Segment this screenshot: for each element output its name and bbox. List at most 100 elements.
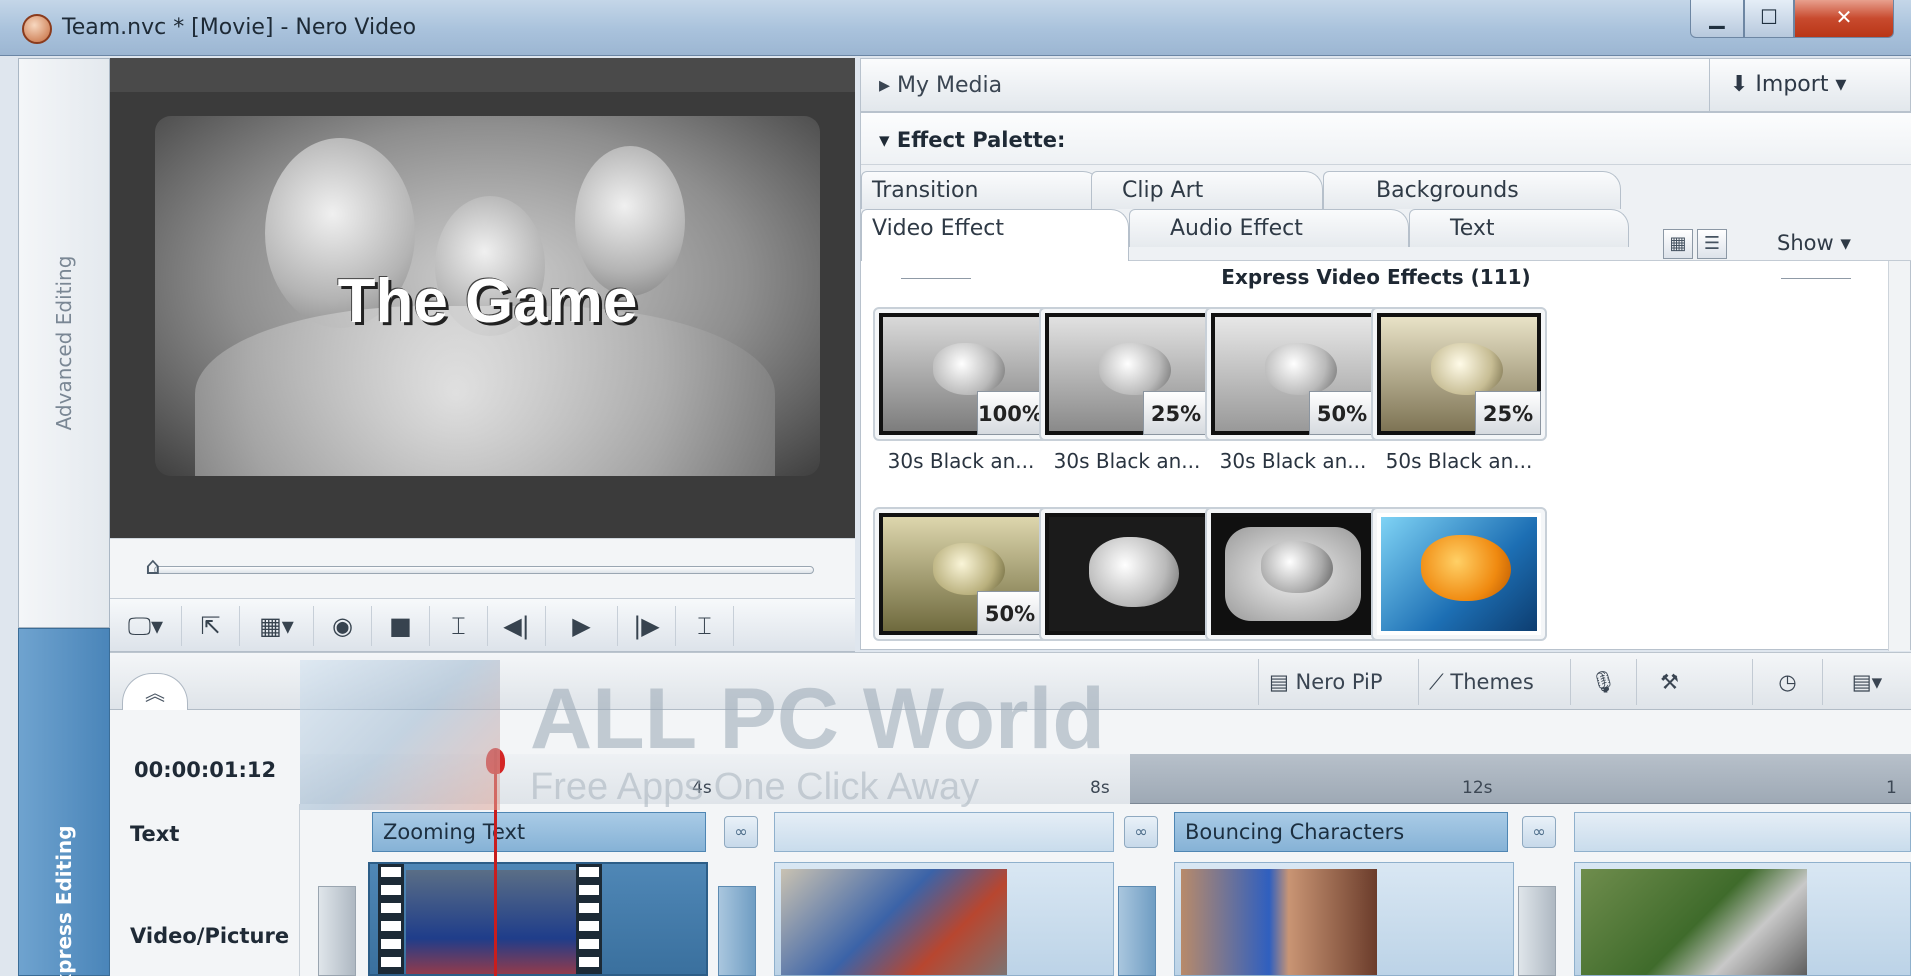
palette-scrollbar[interactable] — [1888, 261, 1910, 651]
effect-thumbnail: 50% — [873, 507, 1049, 641]
mark-out-icon[interactable]: ⌶ — [676, 606, 734, 646]
effect-palette: ▾ Effect Palette: Transition Clip Art Ba… — [860, 112, 1911, 651]
link-icon[interactable]: ∞ — [1124, 816, 1158, 848]
tab-clip-art[interactable]: Clip Art — [1091, 171, 1323, 209]
magic-wand-icon: ⟋ — [1429, 670, 1451, 694]
fish-icon — [1431, 343, 1503, 395]
preview-top-strip — [110, 58, 855, 92]
transition-slot[interactable] — [318, 886, 356, 976]
video-clip[interactable] — [368, 862, 708, 976]
playhead-line[interactable] — [494, 750, 497, 976]
text-clip[interactable]: Zooming Text — [372, 812, 706, 852]
export-frame-icon[interactable]: ⇱ — [182, 606, 240, 646]
effect-item[interactable]: 100% 30s Black an... — [873, 307, 1049, 485]
effect-preview-image — [1045, 513, 1209, 635]
filmstrip-left — [378, 864, 404, 974]
hammer-icon[interactable]: ⚒ — [1636, 659, 1702, 705]
list-view-icon[interactable]: ☰ — [1697, 229, 1727, 259]
themes-button[interactable]: ⟋ Themes — [1418, 659, 1570, 705]
scrub-bar: ⌂ — [110, 538, 855, 598]
advanced-editing-tab[interactable]: Advanced Editing — [18, 58, 110, 628]
video-clip[interactable] — [1574, 862, 1911, 976]
transition-slot[interactable] — [718, 886, 756, 976]
link-icon[interactable]: ∞ — [1522, 816, 1556, 848]
fish-icon — [1261, 541, 1333, 593]
my-media-bar: ▸ My Media ⬇ Import ▾ — [860, 58, 1911, 112]
fish-icon — [1099, 343, 1171, 395]
next-frame-icon[interactable]: |▶ — [618, 606, 676, 646]
close-button[interactable]: ✕ — [1794, 0, 1894, 38]
my-media-toggle[interactable]: ▸ My Media — [879, 73, 1002, 98]
tab-backgrounds[interactable]: Backgrounds — [1323, 171, 1621, 209]
link-icon[interactable]: ∞ — [724, 816, 758, 848]
video-clip[interactable] — [1174, 862, 1514, 976]
effect-badge: 50% — [1309, 391, 1375, 435]
ruler-tick: 4s — [692, 778, 712, 798]
express-effects-heading: Express Video Effects (111) — [901, 265, 1851, 291]
effect-item[interactable]: 50% 30s Black an... — [1205, 307, 1381, 485]
transition-slot[interactable] — [1118, 886, 1156, 976]
text-clip[interactable] — [1574, 812, 1911, 852]
effect-thumbnail — [1205, 507, 1381, 641]
minimize-button[interactable]: ▁ — [1690, 0, 1744, 38]
express-editing-label: xpress Editing — [52, 825, 76, 976]
fish-icon — [1089, 537, 1179, 607]
effect-badge: 25% — [1475, 391, 1541, 435]
tab-audio-effect[interactable]: Audio Effect — [1129, 209, 1409, 247]
express-editing-tab[interactable]: xpress Editing — [18, 628, 110, 976]
effect-item[interactable]: 25% 50s Black an... — [1371, 307, 1547, 485]
grid-view-icon[interactable]: ▦ — [1663, 229, 1693, 259]
effect-label: 50s Black an... — [1385, 449, 1533, 473]
clock-icon[interactable]: ◷ — [1752, 659, 1822, 705]
palette-tabs: Transition Clip Art Backgrounds Video Ef… — [861, 165, 1911, 261]
display-mode-icon[interactable]: ▦▾ — [240, 606, 314, 646]
fish-icon — [933, 543, 1005, 595]
title-bar: Team.nvc * [Movie] - Nero Video ▁ ☐ ✕ — [0, 0, 1911, 56]
nero-app-icon[interactable] — [22, 14, 52, 44]
effect-item[interactable]: 25% 30s Black an... — [1039, 307, 1215, 485]
scrub-track[interactable] — [154, 566, 814, 574]
video-thumbnail — [1181, 869, 1377, 975]
tab-text[interactable]: Text — [1409, 209, 1629, 247]
monitor-menu-icon[interactable]: 🖵▾ — [110, 606, 182, 646]
timeline: 00:00:01:12 4s 8s 12s 1 Text Video/Pictu… — [110, 710, 1911, 976]
timeline-ruler[interactable]: 4s 8s 12s 1 — [300, 754, 1911, 804]
track-label-text: Text — [130, 822, 180, 846]
effect-label: 30s Black an... — [1219, 449, 1367, 473]
nero-video-window: Team.nvc * [Movie] - Nero Video ▁ ☐ ✕ Ad… — [0, 0, 1911, 976]
previous-frame-icon[interactable]: ◀| — [488, 606, 546, 646]
import-button[interactable]: ⬇ Import ▾ — [1709, 59, 1911, 111]
text-clip[interactable] — [774, 812, 1114, 852]
tools-bar: ︽ ▤ Nero PiP ⟋ Themes 🎙 ⚒ ◷ ▤▾ — [110, 652, 1911, 711]
filmstrip-right — [576, 864, 602, 974]
effect-label: 30s Black an... — [1053, 449, 1201, 473]
video-preview: The Game — [110, 58, 855, 538]
effect-thumbnail: 100% — [873, 307, 1049, 441]
effect-badge: 100% — [977, 391, 1043, 435]
effect-preview-image — [1377, 513, 1541, 635]
collapse-panel-icon[interactable]: ︽ — [122, 673, 188, 711]
effect-thumbnail — [1039, 507, 1215, 641]
text-clip[interactable]: Bouncing Characters — [1174, 812, 1508, 852]
mark-in-icon[interactable]: ⌶ — [430, 606, 488, 646]
tab-video-effect[interactable]: Video Effect — [861, 209, 1129, 261]
preview-overlay-title: The Game — [337, 267, 638, 336]
advanced-editing-label: Advanced Editing — [52, 255, 76, 431]
scrub-handle-icon[interactable]: ⌂ — [140, 551, 166, 581]
show-dropdown[interactable]: Show ▾ — [1777, 231, 1851, 255]
transition-slot[interactable] — [1518, 886, 1556, 976]
stop-icon[interactable]: ■ — [372, 606, 430, 646]
tab-transition[interactable]: Transition — [861, 171, 1101, 209]
preview-video-frame[interactable]: The Game — [155, 116, 820, 476]
video-clip[interactable] — [774, 862, 1114, 976]
play-icon[interactable]: ▶ — [546, 606, 618, 646]
fish-icon — [1421, 535, 1511, 601]
effect-preview-image — [1211, 513, 1375, 635]
timeline-options-icon[interactable]: ▤▾ — [1822, 659, 1911, 705]
effect-thumbnail — [1371, 507, 1547, 641]
microphone-icon[interactable]: 🎙 — [1570, 659, 1636, 705]
snapshot-icon[interactable]: ◉ — [314, 606, 372, 646]
effect-palette-title[interactable]: ▾ Effect Palette: — [879, 128, 1065, 152]
maximize-button[interactable]: ☐ — [1744, 0, 1794, 38]
nero-pip-button[interactable]: ▤ Nero PiP — [1258, 659, 1418, 705]
